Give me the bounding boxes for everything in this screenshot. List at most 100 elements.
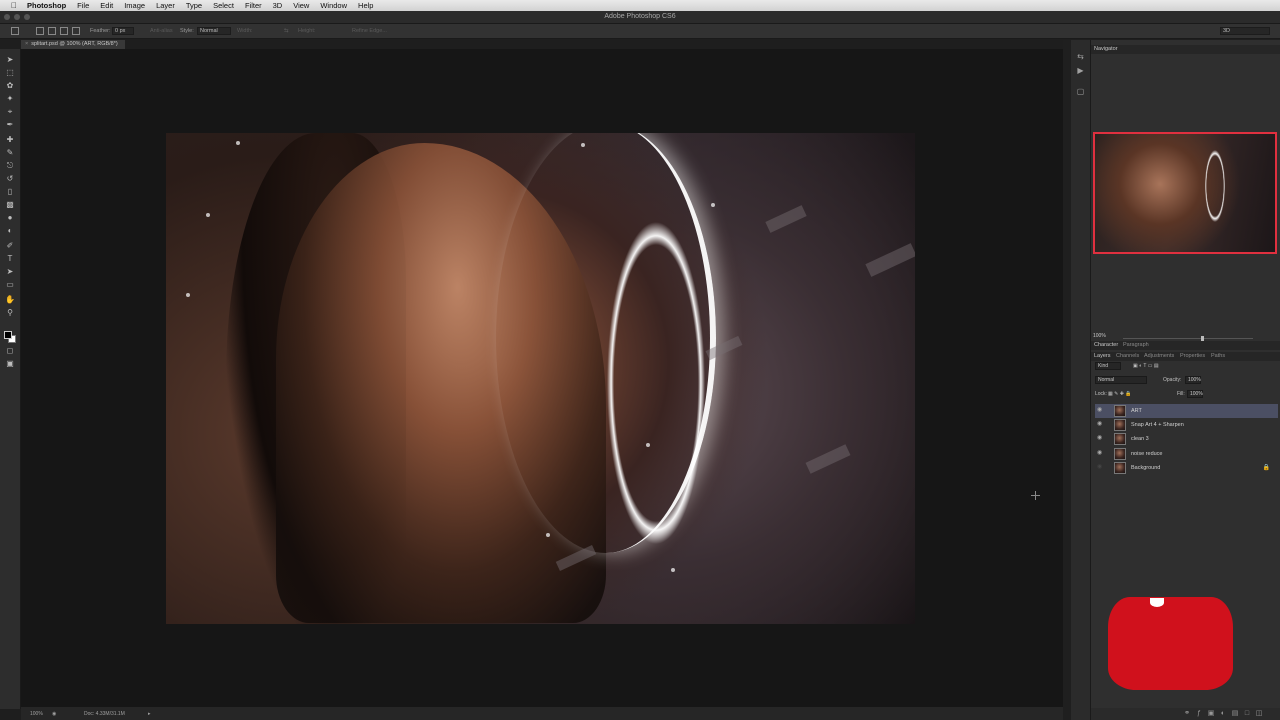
swap-icon[interactable]: ⇆ bbox=[284, 28, 289, 34]
tab-paragraph[interactable]: Paragraph bbox=[1123, 341, 1149, 350]
crop-tool-icon[interactable]: ⌖ bbox=[5, 107, 15, 116]
gradient-tool-icon[interactable]: ▩ bbox=[5, 200, 15, 209]
type-tool-icon[interactable]: T bbox=[5, 254, 15, 263]
intersect-selection-icon[interactable] bbox=[72, 27, 80, 35]
status-settings-icon[interactable]: ◉ bbox=[52, 711, 56, 717]
fill-input[interactable]: 100% bbox=[1187, 390, 1203, 398]
info-panel-icon[interactable]: ▢ bbox=[1076, 88, 1085, 96]
move-tool-icon[interactable]: ➤ bbox=[5, 55, 15, 64]
tab-channels[interactable]: Channels bbox=[1116, 352, 1139, 361]
tab-layers[interactable]: Layers bbox=[1094, 352, 1111, 361]
new-group-icon[interactable]: ▤ bbox=[1231, 710, 1239, 718]
opacity-input[interactable]: 100% bbox=[1185, 376, 1201, 384]
layer-row[interactable]: ◉ noise reduce bbox=[1095, 447, 1278, 461]
history-brush-tool-icon[interactable]: ↺ bbox=[5, 174, 15, 183]
subtract-selection-icon[interactable] bbox=[60, 27, 68, 35]
apple-icon[interactable]:  bbox=[7, 1, 21, 10]
canvas-area[interactable] bbox=[21, 49, 1063, 707]
window-title-bar: Adobe Photoshop CS6 bbox=[0, 11, 1280, 24]
logo-shape bbox=[1108, 597, 1233, 690]
menu-file[interactable]: File bbox=[77, 1, 89, 10]
healing-brush-tool-icon[interactable]: ✚ bbox=[5, 135, 15, 144]
menu-3d[interactable]: 3D bbox=[273, 1, 283, 10]
brush-tool-icon[interactable]: ✎ bbox=[5, 148, 15, 157]
kind-filter-select[interactable]: Kind bbox=[1095, 362, 1121, 370]
menu-app-name[interactable]: Photoshop bbox=[27, 1, 66, 10]
pen-tool-icon[interactable]: ✐ bbox=[5, 241, 15, 250]
menu-edit[interactable]: Edit bbox=[100, 1, 113, 10]
adjustment-layer-icon[interactable]: ◐ bbox=[1219, 710, 1227, 718]
blend-mode-select[interactable]: Normal bbox=[1095, 376, 1147, 384]
panel-splitter[interactable] bbox=[1063, 40, 1071, 720]
artwork-shard bbox=[865, 243, 915, 277]
refine-edge-button[interactable]: Refine Edge... bbox=[352, 28, 387, 34]
hand-tool-icon[interactable]: ✋ bbox=[5, 295, 15, 304]
menu-help[interactable]: Help bbox=[358, 1, 373, 10]
menu-select[interactable]: Select bbox=[213, 1, 234, 10]
new-selection-icon[interactable] bbox=[36, 27, 44, 35]
tab-navigator[interactable]: Navigator bbox=[1094, 45, 1118, 54]
link-layers-icon[interactable]: ⚭ bbox=[1183, 710, 1191, 718]
artwork-particle bbox=[236, 141, 240, 145]
layer-thumbnail bbox=[1114, 405, 1126, 417]
tab-character[interactable]: Character bbox=[1094, 341, 1118, 350]
dodge-tool-icon[interactable]: ◐ bbox=[5, 226, 15, 235]
blur-tool-icon[interactable]: ● bbox=[5, 213, 15, 222]
quick-select-tool-icon[interactable]: ✦ bbox=[5, 94, 15, 103]
add-selection-icon[interactable] bbox=[48, 27, 56, 35]
visibility-eye-icon[interactable]: ◉ bbox=[1097, 421, 1104, 428]
layer-style-icon[interactable]: ƒ bbox=[1195, 710, 1203, 718]
lasso-tool-icon[interactable]: ✿ bbox=[5, 81, 15, 90]
tab-paths[interactable]: Paths bbox=[1211, 352, 1225, 361]
foreground-color-swatch[interactable] bbox=[4, 331, 12, 339]
status-zoom[interactable]: 100% bbox=[30, 711, 43, 717]
visibility-eye-icon[interactable]: ◉ bbox=[1097, 435, 1104, 442]
window-title: Adobe Photoshop CS6 bbox=[604, 13, 676, 20]
path-selection-tool-icon[interactable]: ➤ bbox=[5, 267, 15, 276]
visibility-eye-icon[interactable]: ◉ bbox=[1097, 407, 1104, 414]
workspace-select[interactable]: 3D bbox=[1220, 27, 1270, 35]
navigator-zoom-value[interactable]: 100% bbox=[1093, 332, 1106, 341]
layer-row[interactable]: ◉ clean 3 bbox=[1095, 432, 1278, 446]
delete-layer-icon[interactable]: ◫ bbox=[1255, 710, 1263, 718]
visibility-eye-icon[interactable]: ◉ bbox=[1097, 464, 1104, 471]
menu-type[interactable]: Type bbox=[186, 1, 202, 10]
layer-name: noise reduce bbox=[1131, 451, 1163, 457]
style-select[interactable]: Normal bbox=[197, 27, 231, 35]
antialias-checkbox[interactable]: Anti-alias bbox=[150, 28, 173, 34]
history-panel-icon[interactable]: ⇆ bbox=[1076, 53, 1085, 61]
layer-row[interactable]: ◉ Snap Art 4 + Sharpen bbox=[1095, 418, 1278, 432]
layer-lock-icon[interactable]: 🔒 bbox=[1263, 464, 1270, 471]
layer-row[interactable]: ◉ ART bbox=[1095, 404, 1278, 418]
tools-panel: ➤ ⬚ ✿ ✦ ⌖ ✒ ✚ ✎ ⎋ ↺ ▯ ▩ ● ◐ ✐ T ➤ ▭ ✋ ⚲ … bbox=[0, 49, 21, 709]
filter-icons[interactable]: ▣ ◐ T ▭ ▤ bbox=[1133, 362, 1159, 370]
document-tab[interactable]: × splitart.psd @ 100% (ART, RGB/8*) bbox=[21, 40, 125, 49]
eraser-tool-icon[interactable]: ▯ bbox=[5, 187, 15, 196]
eyedropper-tool-icon[interactable]: ✒ bbox=[5, 120, 15, 129]
marquee-tool-icon[interactable]: ⬚ bbox=[5, 68, 15, 77]
visibility-eye-icon[interactable]: ◉ bbox=[1097, 450, 1104, 457]
layer-mask-icon[interactable]: ▣ bbox=[1207, 710, 1215, 718]
screen-mode-icon[interactable]: ▣ bbox=[5, 359, 15, 368]
status-doc-size: Doc: 4.33M/31.1M bbox=[84, 711, 125, 717]
quick-mask-icon[interactable]: ◻ bbox=[5, 346, 15, 355]
status-menu-arrow-icon[interactable]: ▸ bbox=[148, 711, 151, 717]
close-tab-icon[interactable]: × bbox=[25, 41, 28, 47]
clone-stamp-tool-icon[interactable]: ⎋ bbox=[5, 161, 15, 170]
marquee-tool-icon[interactable] bbox=[11, 27, 19, 35]
feather-input[interactable]: 0 px bbox=[112, 27, 134, 35]
tab-properties[interactable]: Properties bbox=[1180, 352, 1205, 361]
new-layer-icon[interactable]: □ bbox=[1243, 710, 1251, 718]
menu-layer[interactable]: Layer bbox=[156, 1, 175, 10]
shape-tool-icon[interactable]: ▭ bbox=[5, 280, 15, 289]
layer-row[interactable]: ◉ Background 🔒 bbox=[1095, 461, 1278, 475]
zoom-tool-icon[interactable]: ⚲ bbox=[5, 308, 15, 317]
navigator-preview[interactable] bbox=[1093, 132, 1277, 254]
actions-panel-icon[interactable]: ▶ bbox=[1076, 67, 1085, 75]
menu-window[interactable]: Window bbox=[320, 1, 347, 10]
menu-filter[interactable]: Filter bbox=[245, 1, 262, 10]
lock-icons[interactable]: ▦ ✎ ✚ 🔒 bbox=[1108, 390, 1132, 398]
menu-image[interactable]: Image bbox=[124, 1, 145, 10]
tab-adjustments[interactable]: Adjustments bbox=[1144, 352, 1174, 361]
menu-view[interactable]: View bbox=[293, 1, 309, 10]
